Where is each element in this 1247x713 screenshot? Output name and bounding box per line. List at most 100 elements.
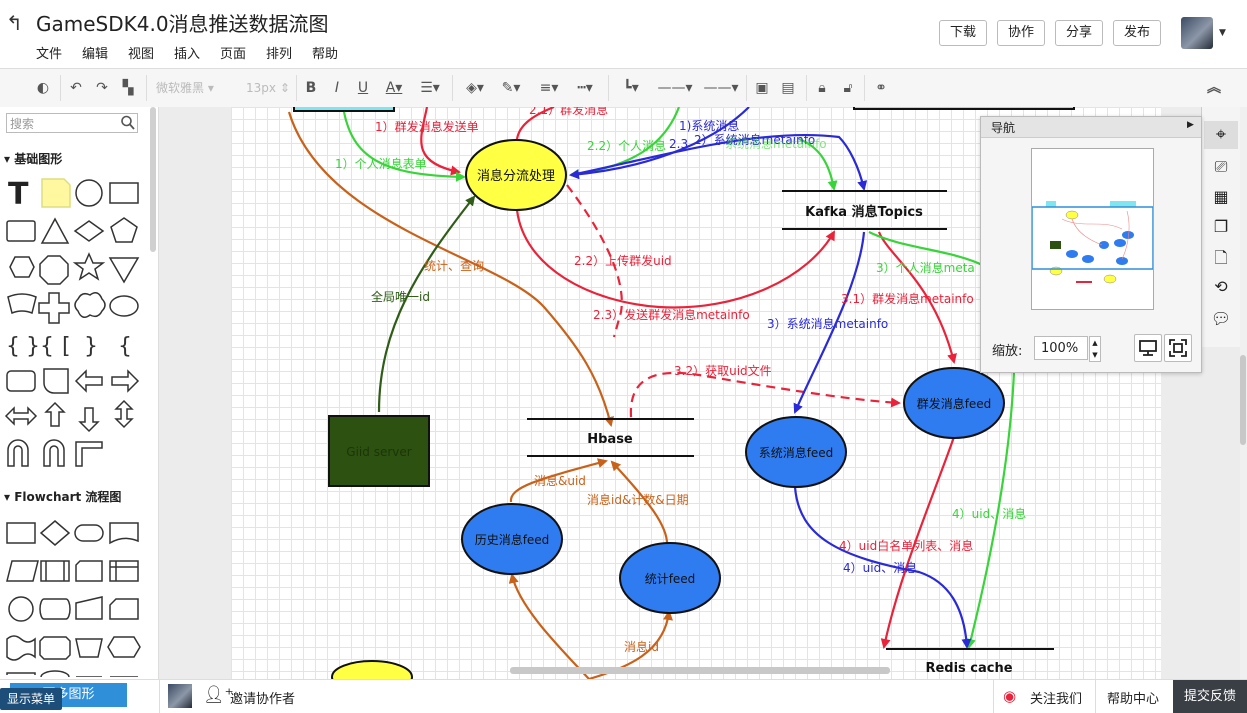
menu-help[interactable]: 帮助 (312, 43, 338, 62)
menu-edit[interactable]: 编辑 (82, 43, 108, 62)
bottom-divider (1095, 680, 1096, 713)
style-format-icon[interactable]: ◐ (32, 79, 54, 97)
line-color-icon[interactable]: ✎▾ (496, 79, 526, 97)
align-icon[interactable]: ☰▾ (416, 79, 444, 97)
label-personal-meta: 3）个人消息meta (876, 260, 975, 275)
toolbar-divider (608, 75, 609, 101)
basic-shapes-grid[interactable]: T { }{ [ } { (0, 171, 150, 471)
section-flowchart[interactable]: ▾ Flowchart 流程图 (4, 488, 121, 505)
menu-page[interactable]: 页面 (220, 43, 246, 62)
navigator-panel: 导航 ▶ 缩放: 100% ▲ ▼ (980, 116, 1202, 373)
pages-icon[interactable]: ❐ (1204, 217, 1238, 239)
section-basic-shapes[interactable]: ▾ 基础图形 (4, 150, 62, 167)
collaborate-button[interactable]: 协作 (997, 20, 1045, 46)
fit-page-icon[interactable] (1134, 334, 1162, 362)
node-stats-label: 统计feed (645, 572, 696, 586)
navigator-thumbnail[interactable] (1031, 148, 1154, 310)
svg-text:[: [ (62, 334, 71, 359)
navigator-header[interactable]: 导航 ▶ (981, 117, 1201, 138)
zoom-input[interactable]: 100% (1034, 336, 1088, 360)
send-back-icon[interactable]: ▤ (778, 79, 798, 97)
format-painter-icon[interactable]: ▚ (118, 79, 138, 97)
top-left-node[interactable] (293, 107, 395, 112)
connector-style-icon[interactable]: ┗▾ (616, 79, 646, 97)
line-width-icon[interactable]: ≡▾ (534, 79, 564, 97)
node-dispatch-label: 消息分流处理 (477, 168, 555, 184)
end-arrow-icon[interactable]: ——▾ (700, 79, 742, 97)
edge-get-uid-file[interactable] (629, 371, 901, 418)
search-input[interactable]: 搜索 (6, 113, 138, 133)
underline-icon[interactable]: U (354, 79, 372, 97)
line-dash-icon[interactable]: ┅▾ (570, 79, 600, 97)
label-uid-whitelist: 4）uid白名单列表、消息 (839, 538, 973, 553)
bring-front-icon[interactable]: ▣ (752, 79, 772, 97)
fill-color-icon[interactable]: ◈▾ (460, 79, 490, 97)
font-size-select[interactable]: 13px ⇕ (246, 79, 290, 97)
edge-send-group-meta[interactable] (515, 209, 835, 309)
vertical-scrollbar-thumb[interactable] (1240, 355, 1246, 445)
unlock-icon[interactable]: 🔓︎ (838, 79, 858, 97)
fit-content-icon[interactable] (1164, 334, 1192, 362)
flowchart-shapes-grid[interactable] (0, 517, 150, 677)
section-basic-shapes-label: 基础图形 (14, 152, 63, 166)
weibo-icon[interactable]: ◉ (1003, 687, 1016, 705)
font-family-select[interactable]: 微软雅黑 ▾ (156, 79, 232, 97)
label-group-21: 2.1）群发消息 (529, 107, 608, 117)
avatar[interactable] (1181, 17, 1213, 49)
font-color-icon[interactable]: A▾ (380, 79, 408, 97)
svg-text:}: } (84, 334, 98, 359)
node-system-label: 系统消息feed (759, 445, 834, 460)
lock-icon[interactable]: 🔒︎ (812, 79, 832, 97)
undo-icon[interactable]: ↶ (66, 79, 86, 97)
chevron-down-icon[interactable]: ▼ (1219, 28, 1226, 38)
zoom-stepper[interactable]: ▲ ▼ (1089, 336, 1101, 362)
app-header: ↰ GameSDK4.0消息推送数据流图 文件 编辑 视图 插入 页面 排列 帮… (0, 0, 1247, 68)
comment-icon[interactable]: 💬︎ (1204, 309, 1238, 331)
label-upload-uid: 2.2）上传群发uid (574, 253, 672, 268)
collapse-toolbar-icon[interactable]: ︽ (1204, 79, 1224, 97)
edge-global-id[interactable] (377, 195, 476, 413)
label-msg-uid: 消息&uid (534, 473, 586, 488)
help-center-link[interactable]: 帮助中心 (1107, 688, 1159, 707)
bold-icon[interactable]: B (302, 79, 320, 97)
top-right-node[interactable] (853, 107, 1075, 110)
follow-us-link[interactable]: 关注我们 (1030, 688, 1082, 707)
edge-history[interactable] (508, 573, 590, 679)
toolbar-divider (864, 75, 865, 101)
edge-group-send[interactable] (420, 107, 461, 176)
page-setup-icon[interactable]: ▦ (1204, 187, 1238, 209)
navigator-icon[interactable]: ⌖ (1204, 121, 1238, 149)
menu-view[interactable]: 视图 (128, 43, 154, 62)
document-title[interactable]: GameSDK4.0消息推送数据流图 (36, 8, 329, 37)
show-menu-button[interactable]: 显示菜单 (0, 688, 63, 710)
font-family-value: 微软雅黑 (156, 81, 205, 95)
redo-icon[interactable]: ↷ (92, 79, 112, 97)
italic-icon[interactable]: I (328, 79, 346, 97)
add-user-icon[interactable]: 👤︎⁺ (203, 685, 234, 705)
invite-collaborator-link[interactable]: 邀请协作者 (230, 688, 295, 707)
collapse-arrow-icon[interactable]: ▶ (1187, 120, 1194, 130)
link-icon[interactable]: ⚭ (870, 79, 892, 97)
publish-button[interactable]: 发布 (1113, 20, 1161, 46)
style-panel-icon[interactable]: ⎚ (1204, 157, 1238, 179)
format-toolbar: ◐ ↶ ↷ ▚ 微软雅黑 ▾ 13px ⇕ B I U A▾ ☰▾ ◈▾ ✎▾ … (0, 68, 1247, 108)
back-arrow-icon[interactable]: ↰ (6, 10, 26, 36)
menu-arrange[interactable]: 排列 (266, 43, 292, 62)
feedback-button[interactable]: 提交反馈 (1173, 680, 1247, 713)
toolbar-divider (60, 75, 61, 101)
document-icon[interactable]: 🗋︎ (1204, 247, 1238, 269)
collaborator-avatar[interactable] (168, 684, 192, 708)
search-icon[interactable] (120, 114, 136, 132)
share-button[interactable]: 分享 (1055, 20, 1103, 46)
history-icon[interactable]: ⟲ (1204, 277, 1238, 299)
menu-file[interactable]: 文件 (36, 43, 62, 62)
start-arrow-icon[interactable]: ——▾ (654, 79, 696, 97)
toolbar-divider (806, 75, 807, 101)
label-get-uid-file: 3.2）获取uid文件 (674, 363, 772, 378)
sidebar-scrollbar[interactable] (150, 107, 156, 252)
label-msg-id: 消息id (624, 639, 659, 654)
download-button[interactable]: 下载 (939, 20, 987, 46)
menu-insert[interactable]: 插入 (174, 43, 200, 62)
horizontal-scrollbar-thumb[interactable] (510, 667, 890, 674)
node-bottom-partial[interactable] (331, 660, 413, 679)
